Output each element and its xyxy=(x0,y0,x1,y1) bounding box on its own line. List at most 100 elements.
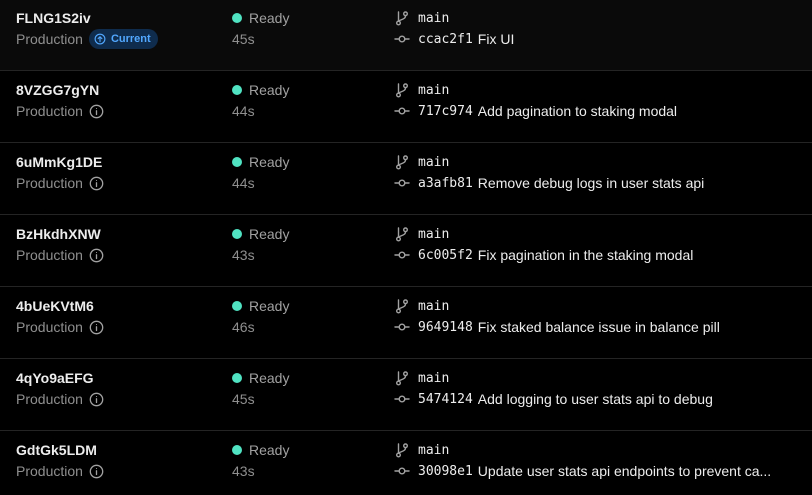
environment-line: Production xyxy=(16,317,216,337)
commit-sha[interactable]: ccac2f1 xyxy=(418,32,473,47)
commit-message[interactable]: Add logging to user stats api to debug xyxy=(478,391,713,407)
deployment-id[interactable]: GdtGk5LDM xyxy=(16,441,216,459)
commit-message[interactable]: Fix UI xyxy=(478,31,515,47)
status-dot xyxy=(232,157,242,167)
status-indicator: Ready xyxy=(232,81,372,99)
deployment-id[interactable]: 6uMmKg1DE xyxy=(16,153,216,171)
git-branch-icon xyxy=(394,82,410,98)
git-commit-icon xyxy=(394,175,410,191)
deployment-row[interactable]: FLNG1S2iv Production Current Ready 45s m… xyxy=(0,0,812,71)
deployment-id-column: 6uMmKg1DE Production xyxy=(16,153,216,193)
status-indicator: Ready xyxy=(232,9,372,27)
environment-line: Production xyxy=(16,173,216,193)
commit-sha[interactable]: 6c005f2 xyxy=(418,248,473,263)
status-indicator: Ready xyxy=(232,297,372,315)
environment-line: Production xyxy=(16,245,216,265)
build-duration: 43s xyxy=(232,247,255,263)
git-commit-icon xyxy=(394,31,410,47)
deployment-id-column: 4bUeKVtM6 Production xyxy=(16,297,216,337)
branch-name[interactable]: main xyxy=(418,155,449,170)
git-commit-icon xyxy=(394,391,410,407)
deployment-row[interactable]: 6uMmKg1DE Production Ready 44s main a3af… xyxy=(0,144,812,215)
status-indicator: Ready xyxy=(232,153,372,171)
source-column: main 30098e1 Update user stats api endpo… xyxy=(394,441,794,481)
deployment-id[interactable]: 4bUeKVtM6 xyxy=(16,297,216,315)
deployment-row[interactable]: 4bUeKVtM6 Production Ready 46s main 9649… xyxy=(0,288,812,359)
branch-name[interactable]: main xyxy=(418,371,449,386)
deployment-id-column: GdtGk5LDM Production xyxy=(16,441,216,481)
info-circle-icon[interactable] xyxy=(89,176,104,191)
environment-line: Production xyxy=(16,461,216,481)
commit-sha[interactable]: a3afb81 xyxy=(418,176,473,191)
build-duration: 46s xyxy=(232,319,255,335)
branch-line: main xyxy=(394,297,794,315)
deployment-row[interactable]: GdtGk5LDM Production Ready 43s main 3009… xyxy=(0,432,812,495)
source-column: main 6c005f2 Fix pagination in the staki… xyxy=(394,225,794,265)
git-branch-icon xyxy=(394,154,410,170)
branch-name[interactable]: main xyxy=(418,11,449,26)
environment-label: Production xyxy=(16,247,83,263)
commit-sha[interactable]: 5474124 xyxy=(418,392,473,407)
git-branch-icon xyxy=(394,370,410,386)
git-branch-icon xyxy=(394,226,410,242)
status-indicator: Ready xyxy=(232,369,372,387)
status-column: Ready 43s xyxy=(232,441,372,481)
git-commit-icon xyxy=(394,103,410,119)
commit-line: 717c974 Add pagination to staking modal xyxy=(394,101,794,121)
arrow-up-circle-icon xyxy=(94,33,106,45)
environment-line: Production xyxy=(16,389,216,409)
branch-line: main xyxy=(394,225,794,243)
status-label: Ready xyxy=(249,442,290,458)
info-circle-icon[interactable] xyxy=(89,464,104,479)
deployment-id[interactable]: 4qYo9aEFG xyxy=(16,369,216,387)
info-circle-icon[interactable] xyxy=(89,248,104,263)
deployment-row[interactable]: BzHkdhXNW Production Ready 43s main 6c00… xyxy=(0,216,812,287)
status-label: Ready xyxy=(249,154,290,170)
status-dot xyxy=(232,301,242,311)
deployment-id-column: 4qYo9aEFG Production xyxy=(16,369,216,409)
branch-name[interactable]: main xyxy=(418,227,449,242)
deployment-id[interactable]: BzHkdhXNW xyxy=(16,225,216,243)
info-circle-icon[interactable] xyxy=(89,320,104,335)
deployment-id[interactable]: FLNG1S2iv xyxy=(16,9,216,27)
git-branch-icon xyxy=(394,442,410,458)
commit-sha[interactable]: 30098e1 xyxy=(418,464,473,479)
environment-label: Production xyxy=(16,319,83,335)
environment-label: Production xyxy=(16,103,83,119)
status-dot xyxy=(232,229,242,239)
branch-line: main xyxy=(394,81,794,99)
branch-name[interactable]: main xyxy=(418,83,449,98)
deployment-row[interactable]: 8VZGG7gYN Production Ready 44s main 717c… xyxy=(0,72,812,143)
commit-message[interactable]: Update user stats api endpoints to preve… xyxy=(478,463,771,479)
git-commit-icon xyxy=(394,319,410,335)
status-column: Ready 44s xyxy=(232,81,372,121)
commit-message[interactable]: Fix staked balance issue in balance pill xyxy=(478,319,720,335)
status-label: Ready xyxy=(249,370,290,386)
deployment-row[interactable]: 4qYo9aEFG Production Ready 45s main 5474… xyxy=(0,360,812,431)
commit-sha[interactable]: 9649148 xyxy=(418,320,473,335)
branch-name[interactable]: main xyxy=(418,299,449,314)
deployment-id[interactable]: 8VZGG7gYN xyxy=(16,81,216,99)
source-column: main 717c974 Add pagination to staking m… xyxy=(394,81,794,121)
git-commit-icon xyxy=(394,247,410,263)
commit-message[interactable]: Add pagination to staking modal xyxy=(478,103,677,119)
commit-line: 5474124 Add logging to user stats api to… xyxy=(394,389,794,409)
info-circle-icon[interactable] xyxy=(89,392,104,407)
status-indicator: Ready xyxy=(232,441,372,459)
status-dot xyxy=(232,445,242,455)
info-circle-icon[interactable] xyxy=(89,104,104,119)
commit-message[interactable]: Remove debug logs in user stats api xyxy=(478,175,704,191)
commit-sha[interactable]: 717c974 xyxy=(418,104,473,119)
status-dot xyxy=(232,373,242,383)
branch-name[interactable]: main xyxy=(418,443,449,458)
deployment-id-column: FLNG1S2iv Production Current xyxy=(16,9,216,49)
branch-line: main xyxy=(394,153,794,171)
commit-message[interactable]: Fix pagination in the staking modal xyxy=(478,247,694,263)
source-column: main a3afb81 Remove debug logs in user s… xyxy=(394,153,794,193)
deployment-id-column: 8VZGG7gYN Production xyxy=(16,81,216,121)
environment-line: Production xyxy=(16,101,216,121)
environment-label: Production xyxy=(16,175,83,191)
build-duration: 45s xyxy=(232,391,255,407)
branch-line: main xyxy=(394,441,794,459)
status-label: Ready xyxy=(249,82,290,98)
